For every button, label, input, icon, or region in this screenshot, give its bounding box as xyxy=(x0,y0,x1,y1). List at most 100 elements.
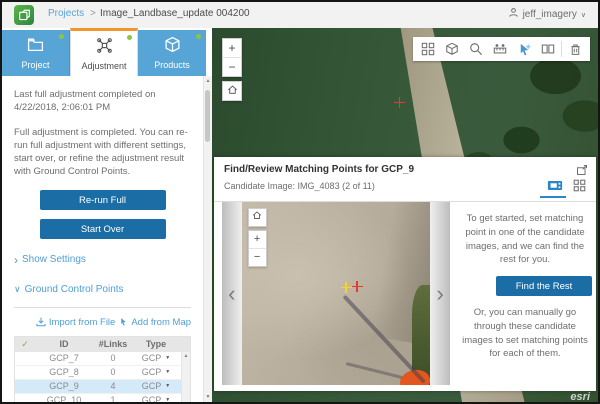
chevron-left-icon: ‹ xyxy=(228,281,235,307)
add-from-map-link[interactable]: Add from Map xyxy=(119,316,191,329)
pointer-icon xyxy=(119,317,128,327)
tab-project[interactable]: Project xyxy=(2,30,70,76)
col-id: ID xyxy=(35,338,93,351)
swipe-compare-icon[interactable] xyxy=(536,37,560,61)
gcp-section-label: Ground Control Points xyxy=(25,283,124,297)
gcp-table-row[interactable]: GCP_9 4 GCP▼ xyxy=(15,380,190,394)
candidate-point-marker xyxy=(352,281,363,292)
scroll-down-icon[interactable]: ▼ xyxy=(204,394,212,400)
breadcrumb-projects[interactable]: Projects xyxy=(48,8,84,19)
map-view[interactable]: + − esri Find/Review Matching Points for… xyxy=(212,28,598,402)
prev-image-button[interactable]: ‹ xyxy=(222,202,242,385)
check-icon: ✓ xyxy=(15,338,35,351)
table-scrollbar[interactable]: ▲ ▼ xyxy=(181,352,190,402)
gcp-marker xyxy=(394,97,405,108)
project-title: Image_Landbase_update 004200 xyxy=(100,8,250,19)
find-the-rest-button[interactable]: Find the Rest xyxy=(496,276,592,296)
col-links: #Links xyxy=(93,338,133,351)
tab-products[interactable]: Products xyxy=(138,30,206,76)
status-dot-icon xyxy=(127,35,132,40)
esri-watermark: esri xyxy=(570,391,590,402)
viewer-home-control xyxy=(248,208,267,227)
folder-icon xyxy=(27,36,44,58)
dropdown-arrow-icon: ▼ xyxy=(165,397,170,402)
username: jeff_imagery xyxy=(523,9,577,20)
status-dot-icon xyxy=(59,34,64,39)
adjustment-status-text: Last full adjustment completed on 4/22/2… xyxy=(14,88,191,115)
gcp-table-row[interactable]: GCP_8 0 GCP▼ xyxy=(15,366,190,380)
start-over-button[interactable]: Start Over xyxy=(40,219,166,239)
user-icon xyxy=(508,7,519,21)
chevron-down-icon: ∨ xyxy=(14,283,21,296)
active-view-underline xyxy=(540,196,566,198)
tab-project-label: Project xyxy=(21,60,49,70)
user-menu[interactable]: jeff_imagery ∨ xyxy=(508,7,586,21)
show-settings-toggle[interactable]: › Show Settings xyxy=(14,253,191,267)
gcp-table: ✓ ID #Links Type GCP_7 0 GCP▼ xyxy=(14,336,191,402)
zoom-out-button[interactable]: − xyxy=(223,57,241,76)
status-dot-icon xyxy=(196,34,201,39)
gcp-table-header: ✓ ID #Links Type xyxy=(15,337,190,352)
user-chevron-icon: ∨ xyxy=(581,11,586,19)
type-dropdown[interactable]: GCP▼ xyxy=(133,394,179,402)
section-divider xyxy=(14,307,191,308)
filmstrip-icon xyxy=(547,179,563,192)
matching-points-panel: Find/Review Matching Points for GCP_9 Ca… xyxy=(214,157,596,391)
chevron-right-icon: › xyxy=(437,281,444,307)
view-toggle-filmstrip[interactable] xyxy=(546,178,564,193)
tab-products-label: Products xyxy=(154,60,190,70)
show-settings-label: Show Settings xyxy=(22,253,86,267)
matching-panel-title: Find/Review Matching Points for GCP_9 xyxy=(224,164,414,175)
grid-view-icon xyxy=(573,179,586,192)
scroll-up-icon[interactable]: ▲ xyxy=(182,353,190,359)
view-toggle-grid[interactable] xyxy=(570,178,588,193)
panel-scrollbar[interactable]: ▲ ▼ xyxy=(203,76,212,402)
gcp-section-toggle[interactable]: ∨ Ground Control Points xyxy=(14,283,191,297)
map-toolbar xyxy=(413,37,590,61)
zoom-in-button[interactable]: + xyxy=(223,39,241,57)
drone-icon xyxy=(96,37,113,59)
download-icon xyxy=(36,317,46,327)
top-bar: Projects > Image_Landbase_update 004200 … xyxy=(2,2,598,29)
adjustment-panel-content: Last full adjustment completed on 4/22/2… xyxy=(2,76,204,402)
gcp-table-row[interactable]: GCP_7 0 GCP▼ xyxy=(15,352,190,366)
app-window: Projects > Image_Landbase_update 004200 … xyxy=(0,0,600,404)
viewer-zoom-control: + − xyxy=(248,230,267,267)
viewer-zoom-in-button[interactable]: + xyxy=(249,231,266,248)
search-icon[interactable] xyxy=(464,37,488,61)
map-home-control xyxy=(222,81,242,101)
chevron-right-icon: › xyxy=(14,255,18,265)
app-logo-icon[interactable] xyxy=(14,5,34,25)
type-dropdown[interactable]: GCP▼ xyxy=(133,380,179,393)
tab-adjustment[interactable]: Adjustment xyxy=(70,28,138,76)
type-dropdown[interactable]: GCP▼ xyxy=(133,366,179,379)
delete-icon[interactable] xyxy=(563,37,587,61)
import-from-file-link[interactable]: Import from File xyxy=(36,316,116,329)
gcp-tool-icon[interactable] xyxy=(512,37,536,61)
matched-point-marker xyxy=(341,282,352,293)
breadcrumb-separator: > xyxy=(90,8,96,19)
gcp-table-row[interactable]: GCP_10 1 GCP▼ xyxy=(15,394,190,402)
candidate-viewer: ‹ + − › xyxy=(222,202,596,385)
gcp-table-body: GCP_7 0 GCP▼ GCP_8 0 GCP▼ xyxy=(15,352,190,402)
dropdown-arrow-icon: ▼ xyxy=(165,355,170,362)
measure-icon[interactable] xyxy=(488,37,512,61)
dropdown-arrow-icon: ▼ xyxy=(165,383,170,390)
col-type: Type xyxy=(133,338,179,351)
viewer-home-button[interactable] xyxy=(249,209,266,226)
map-zoom-control: + − xyxy=(222,38,242,77)
basemap-icon[interactable] xyxy=(440,37,464,61)
scrollbar-thumb[interactable] xyxy=(205,90,210,142)
rerun-full-button[interactable]: Re-run Full xyxy=(40,190,166,210)
scroll-up-icon[interactable]: ▲ xyxy=(204,78,212,84)
viewer-zoom-out-button[interactable]: − xyxy=(249,248,266,266)
instruction-secondary: Or, you can manually go through these ca… xyxy=(458,306,592,361)
apps-icon[interactable] xyxy=(416,37,440,61)
candidate-image[interactable]: + − xyxy=(242,202,431,385)
next-image-button[interactable]: › xyxy=(430,202,450,385)
adjustment-description: Full adjustment is completed. You can re… xyxy=(14,126,191,179)
home-button[interactable] xyxy=(223,82,241,100)
tab-adjustment-label: Adjustment xyxy=(81,61,126,71)
candidate-info: Candidate Image: IMG_4083 (2 of 11) xyxy=(224,181,375,191)
type-dropdown[interactable]: GCP▼ xyxy=(133,352,179,365)
